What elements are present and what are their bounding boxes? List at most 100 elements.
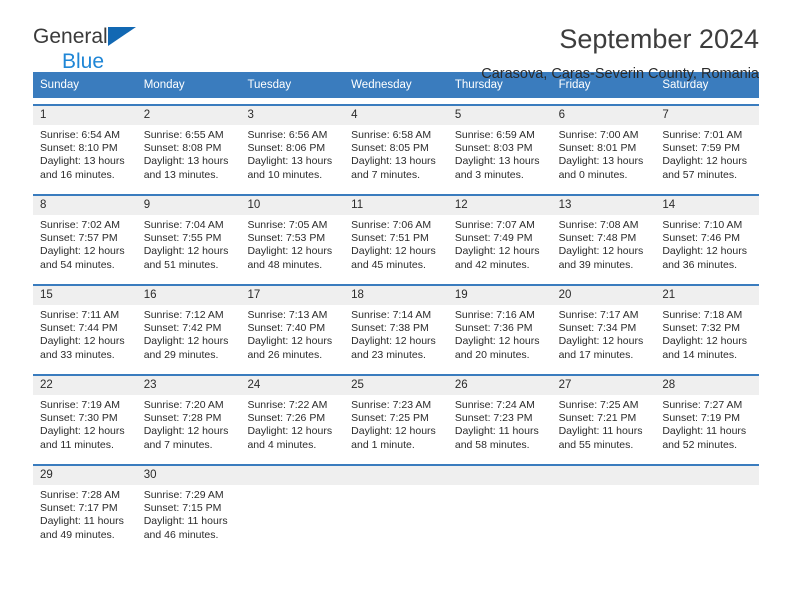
sunrise-text: Sunrise: 7:28 AM — [40, 489, 120, 501]
day-details — [655, 485, 759, 489]
day-details: Sunrise: 7:13 AM Sunset: 7:40 PM Dayligh… — [240, 305, 344, 362]
day-details: Sunrise: 7:19 AM Sunset: 7:30 PM Dayligh… — [33, 395, 137, 452]
day-cell[interactable]: 9 Sunrise: 7:04 AM Sunset: 7:55 PM Dayli… — [136, 196, 241, 278]
sunset-text: Sunset: 7:26 PM — [247, 412, 326, 425]
day-cell-empty — [447, 466, 552, 548]
daylight-text-line2: and 39 minutes. — [558, 258, 634, 271]
daylight-text-line2: and 48 minutes. — [247, 258, 323, 271]
day-cell[interactable]: 15 Sunrise: 7:11 AM Sunset: 7:44 PM Dayl… — [33, 286, 137, 368]
sunset-text: Sunset: 7:40 PM — [247, 322, 326, 335]
sunset-text: Sunset: 7:30 PM — [40, 412, 118, 425]
daylight-text-line1: Daylight: 12 hours — [247, 335, 333, 348]
day-number — [240, 466, 345, 485]
day-number: 8 — [33, 196, 137, 215]
day-cell[interactable]: 26 Sunrise: 7:24 AM Sunset: 7:23 PM Dayl… — [447, 376, 552, 458]
day-details — [448, 485, 552, 489]
day-cell[interactable]: 12 Sunrise: 7:07 AM Sunset: 7:49 PM Dayl… — [447, 196, 552, 278]
day-cell[interactable]: 1 Sunrise: 6:54 AM Sunset: 8:10 PM Dayli… — [33, 106, 137, 188]
day-details: Sunrise: 7:05 AM Sunset: 7:53 PM Dayligh… — [240, 215, 344, 272]
sunrise-text: Sunrise: 7:08 AM — [558, 219, 639, 231]
sunrise-text: Sunrise: 7:23 AM — [351, 399, 432, 411]
sunrise-text: Sunrise: 7:00 AM — [558, 129, 639, 141]
day-cell[interactable]: 6 Sunrise: 7:00 AM Sunset: 8:01 PM Dayli… — [551, 106, 656, 188]
day-cell[interactable]: 5 Sunrise: 6:59 AM Sunset: 8:03 PM Dayli… — [447, 106, 552, 188]
day-cell[interactable]: 21 Sunrise: 7:18 AM Sunset: 7:32 PM Dayl… — [655, 286, 760, 368]
day-number: 1 — [33, 106, 137, 125]
daylight-text-line1: Daylight: 12 hours — [40, 245, 125, 258]
day-cell[interactable]: 29 Sunrise: 7:28 AM Sunset: 7:17 PM Dayl… — [33, 466, 137, 548]
day-cell[interactable]: 22 Sunrise: 7:19 AM Sunset: 7:30 PM Dayl… — [33, 376, 137, 458]
day-details: Sunrise: 7:22 AM Sunset: 7:26 PM Dayligh… — [240, 395, 344, 452]
calendar-page: General Blue September 2024 Carasova, Ca… — [0, 0, 792, 612]
daylight-text-line2: and 23 minutes. — [351, 348, 426, 361]
daylight-text-line1: Daylight: 12 hours — [558, 335, 644, 348]
sunrise-text: Sunrise: 7:05 AM — [247, 219, 328, 231]
sunrise-text: Sunrise: 7:14 AM — [351, 309, 432, 321]
day-number — [551, 466, 656, 485]
sunset-text: Sunset: 7:49 PM — [454, 232, 533, 245]
daylight-text-line2: and 55 minutes. — [558, 438, 634, 451]
daylight-text-line1: Daylight: 13 hours — [247, 155, 333, 168]
day-details: Sunrise: 7:17 AM Sunset: 7:34 PM Dayligh… — [552, 305, 656, 362]
sunrise-text: Sunrise: 7:18 AM — [662, 309, 743, 321]
daylight-text-line1: Daylight: 12 hours — [662, 245, 747, 258]
sunset-text: Sunset: 7:57 PM — [40, 232, 118, 245]
day-cell[interactable]: 4 Sunrise: 6:58 AM Sunset: 8:05 PM Dayli… — [344, 106, 448, 188]
daylight-text-line1: Daylight: 13 hours — [351, 155, 436, 168]
day-number: 17 — [240, 286, 345, 305]
day-cell[interactable]: 17 Sunrise: 7:13 AM Sunset: 7:40 PM Dayl… — [240, 286, 345, 368]
daylight-text-line2: and 20 minutes. — [454, 348, 530, 361]
day-cell[interactable]: 11 Sunrise: 7:06 AM Sunset: 7:51 PM Dayl… — [344, 196, 448, 278]
day-number: 15 — [33, 286, 137, 305]
day-number: 18 — [344, 286, 448, 305]
day-cell[interactable]: 7 Sunrise: 7:01 AM Sunset: 7:59 PM Dayli… — [655, 106, 760, 188]
sunset-text: Sunset: 7:46 PM — [662, 232, 740, 245]
day-details: Sunrise: 7:12 AM Sunset: 7:42 PM Dayligh… — [137, 305, 241, 362]
day-details: Sunrise: 7:11 AM Sunset: 7:44 PM Dayligh… — [33, 305, 137, 362]
generalblue-logo[interactable]: General Blue — [33, 26, 136, 72]
day-number: 13 — [551, 196, 656, 215]
day-details: Sunrise: 7:00 AM Sunset: 8:01 PM Dayligh… — [552, 125, 656, 182]
daylight-text-line1: Daylight: 12 hours — [40, 425, 125, 438]
day-cell[interactable]: 10 Sunrise: 7:05 AM Sunset: 7:53 PM Dayl… — [240, 196, 345, 278]
sunset-text: Sunset: 7:59 PM — [662, 142, 740, 155]
day-cell[interactable]: 2 Sunrise: 6:55 AM Sunset: 8:08 PM Dayli… — [136, 106, 241, 188]
sunrise-text: Sunrise: 7:10 AM — [662, 219, 743, 231]
day-cell[interactable]: 30 Sunrise: 7:29 AM Sunset: 7:15 PM Dayl… — [136, 466, 241, 548]
sunrise-text: Sunrise: 6:54 AM — [40, 129, 120, 141]
day-cell[interactable]: 25 Sunrise: 7:23 AM Sunset: 7:25 PM Dayl… — [344, 376, 448, 458]
day-cell-empty — [551, 466, 656, 548]
day-cell[interactable]: 16 Sunrise: 7:12 AM Sunset: 7:42 PM Dayl… — [136, 286, 241, 368]
day-cell[interactable]: 27 Sunrise: 7:25 AM Sunset: 7:21 PM Dayl… — [551, 376, 656, 458]
day-cell[interactable]: 3 Sunrise: 6:56 AM Sunset: 8:06 PM Dayli… — [240, 106, 345, 188]
sunset-text: Sunset: 8:01 PM — [558, 142, 637, 155]
day-cell[interactable]: 19 Sunrise: 7:16 AM Sunset: 7:36 PM Dayl… — [447, 286, 552, 368]
daylight-text-line1: Daylight: 12 hours — [558, 245, 644, 258]
weekday-header-monday: Monday — [143, 79, 185, 91]
daylight-text-line1: Daylight: 12 hours — [351, 425, 436, 438]
day-cell[interactable]: 23 Sunrise: 7:20 AM Sunset: 7:28 PM Dayl… — [136, 376, 241, 458]
sunset-text: Sunset: 7:32 PM — [662, 322, 740, 335]
day-cell[interactable]: 8 Sunrise: 7:02 AM Sunset: 7:57 PM Dayli… — [33, 196, 137, 278]
day-details: Sunrise: 7:06 AM Sunset: 7:51 PM Dayligh… — [344, 215, 448, 272]
daylight-text-line1: Daylight: 12 hours — [143, 425, 229, 438]
daylight-text-line2: and 52 minutes. — [662, 438, 738, 451]
sunset-text: Sunset: 7:15 PM — [143, 502, 222, 515]
day-cell[interactable]: 14 Sunrise: 7:10 AM Sunset: 7:46 PM Dayl… — [655, 196, 760, 278]
sunrise-text: Sunrise: 7:02 AM — [40, 219, 120, 231]
sunrise-text: Sunrise: 7:12 AM — [143, 309, 224, 321]
day-number: 26 — [447, 376, 552, 395]
day-cell[interactable]: 13 Sunrise: 7:08 AM Sunset: 7:48 PM Dayl… — [551, 196, 656, 278]
sunrise-text: Sunrise: 7:07 AM — [454, 219, 535, 231]
day-number: 14 — [655, 196, 760, 215]
day-cell[interactable]: 28 Sunrise: 7:27 AM Sunset: 7:19 PM Dayl… — [655, 376, 760, 458]
day-cell[interactable]: 18 Sunrise: 7:14 AM Sunset: 7:38 PM Dayl… — [344, 286, 448, 368]
sunrise-text: Sunrise: 7:22 AM — [247, 399, 328, 411]
page-header: General Blue September 2024 Carasova, Ca… — [33, 0, 759, 82]
day-details: Sunrise: 6:54 AM Sunset: 8:10 PM Dayligh… — [33, 125, 137, 182]
sunrise-text: Sunrise: 6:55 AM — [143, 129, 224, 141]
day-cell[interactable]: 20 Sunrise: 7:17 AM Sunset: 7:34 PM Dayl… — [551, 286, 656, 368]
day-number: 7 — [655, 106, 760, 125]
day-cell[interactable]: 24 Sunrise: 7:22 AM Sunset: 7:26 PM Dayl… — [240, 376, 345, 458]
day-details: Sunrise: 7:10 AM Sunset: 7:46 PM Dayligh… — [655, 215, 759, 272]
